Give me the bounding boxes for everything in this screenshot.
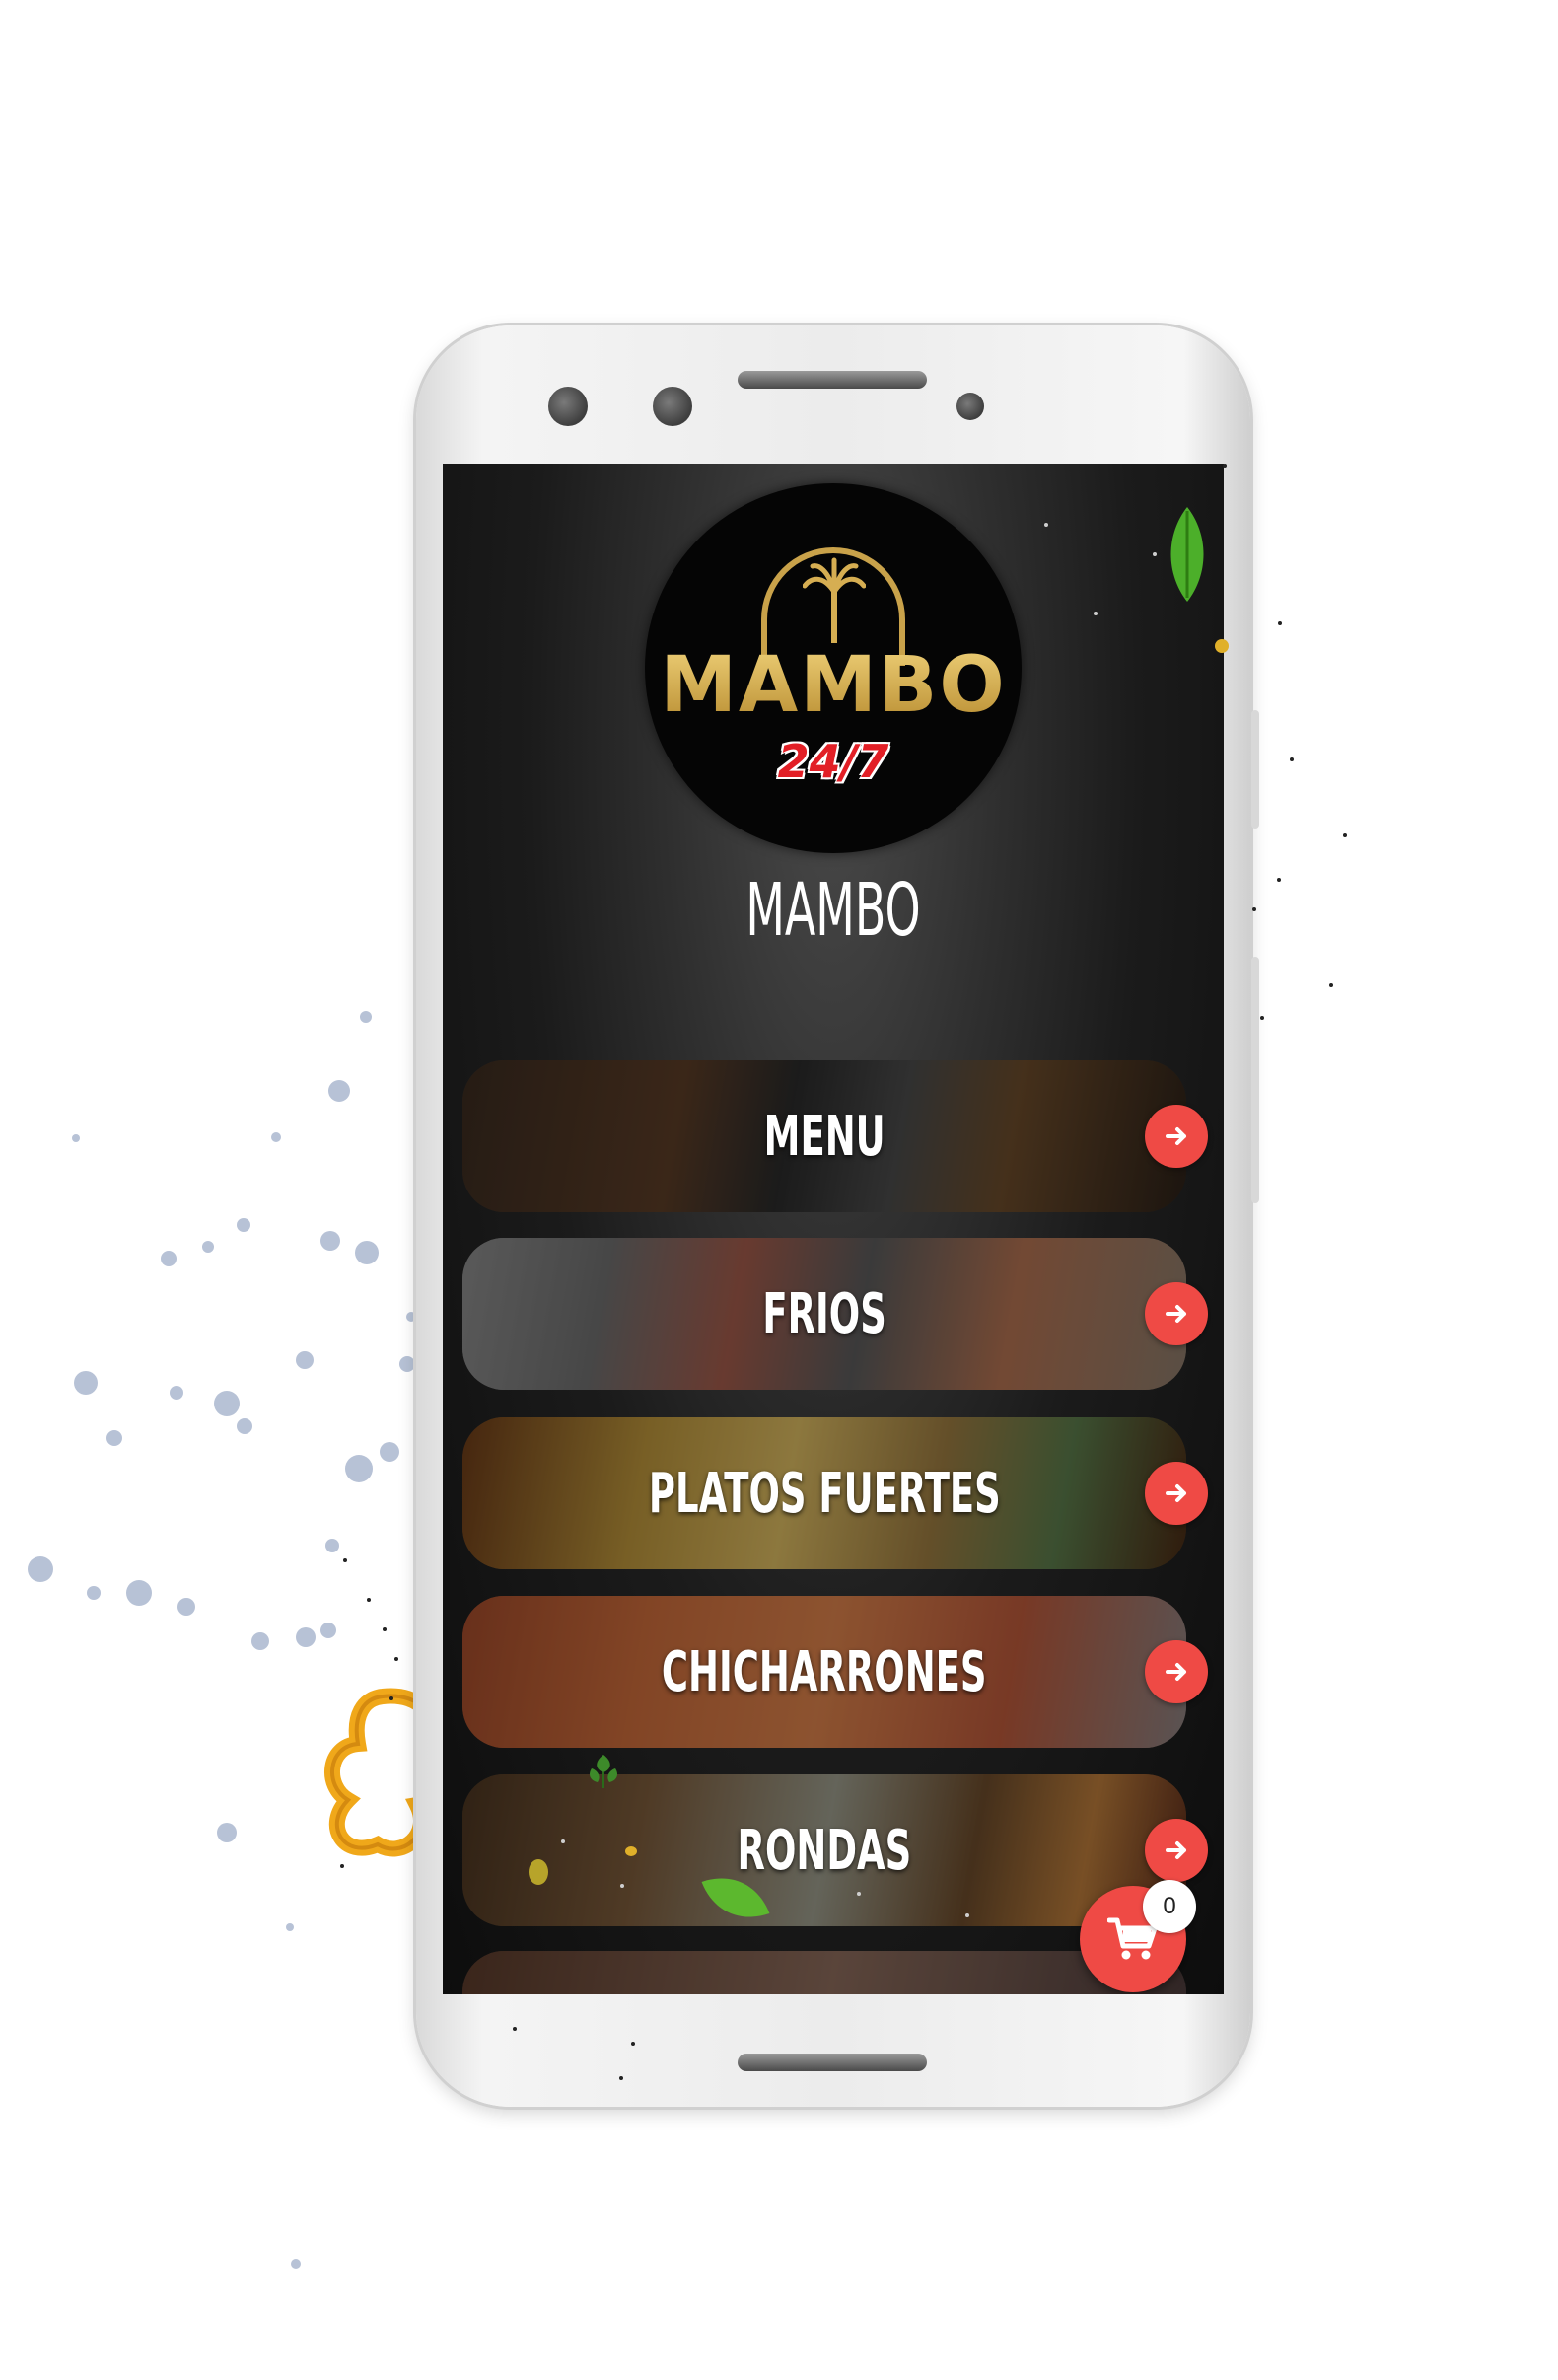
category-arrow-button[interactable] bbox=[1145, 1282, 1208, 1345]
arrow-right-icon bbox=[1166, 1841, 1186, 1859]
seed-decoration bbox=[1215, 639, 1229, 653]
bottom-speaker bbox=[738, 2054, 927, 2071]
arrow-right-icon bbox=[1166, 1663, 1186, 1681]
category-label: RONDAS bbox=[737, 1818, 912, 1883]
proximity-sensor-icon bbox=[956, 393, 984, 420]
category-card-menu[interactable]: MENU bbox=[462, 1060, 1186, 1212]
seed-decoration bbox=[625, 1846, 637, 1856]
category-card-platos-fuertes[interactable]: PLATOS FUERTES bbox=[462, 1417, 1186, 1569]
category-label: MENU bbox=[763, 1104, 885, 1169]
category-label: FRIOS bbox=[762, 1281, 886, 1346]
category-card-partial[interactable] bbox=[462, 1951, 1186, 1994]
logo-tagline: 24/7 bbox=[777, 735, 889, 788]
category-label: CHICHARRONES bbox=[662, 1639, 987, 1704]
category-arrow-button[interactable] bbox=[1145, 1640, 1208, 1703]
leaf-decoration bbox=[1170, 507, 1204, 602]
front-camera-icon bbox=[653, 387, 692, 426]
leaf-decoration bbox=[701, 1878, 770, 1917]
brand-logo[interactable]: MAMBO 24/7 bbox=[645, 483, 1022, 853]
category-card-chicharrones[interactable]: CHICHARRONES bbox=[462, 1596, 1186, 1748]
category-label: PLATOS FUERTES bbox=[648, 1461, 1001, 1526]
restaurant-name: MAMBO bbox=[745, 868, 921, 953]
category-arrow-button[interactable] bbox=[1145, 1819, 1208, 1882]
app-screen: MAMBO 24/7 MAMBO MENU FRIOS PLATOS FUERT… bbox=[443, 464, 1224, 1994]
arrow-right-icon bbox=[1166, 1305, 1186, 1323]
category-card-frios[interactable]: FRIOS bbox=[462, 1238, 1186, 1390]
front-camera-icon bbox=[548, 387, 588, 426]
logo-wordmark: MAMBO bbox=[645, 641, 1022, 730]
arrow-right-icon bbox=[1166, 1127, 1186, 1145]
category-arrow-button[interactable] bbox=[1145, 1462, 1208, 1525]
arrow-right-icon bbox=[1166, 1484, 1186, 1502]
olive-decoration bbox=[529, 1859, 548, 1885]
herb-decoration bbox=[590, 1755, 617, 1788]
category-card-rondas[interactable]: RONDAS bbox=[462, 1774, 1186, 1926]
palm-tree-icon bbox=[803, 557, 866, 643]
cart-count-badge: 0 bbox=[1143, 1880, 1196, 1933]
category-arrow-button[interactable] bbox=[1145, 1105, 1208, 1168]
earpiece-speaker bbox=[738, 371, 927, 389]
